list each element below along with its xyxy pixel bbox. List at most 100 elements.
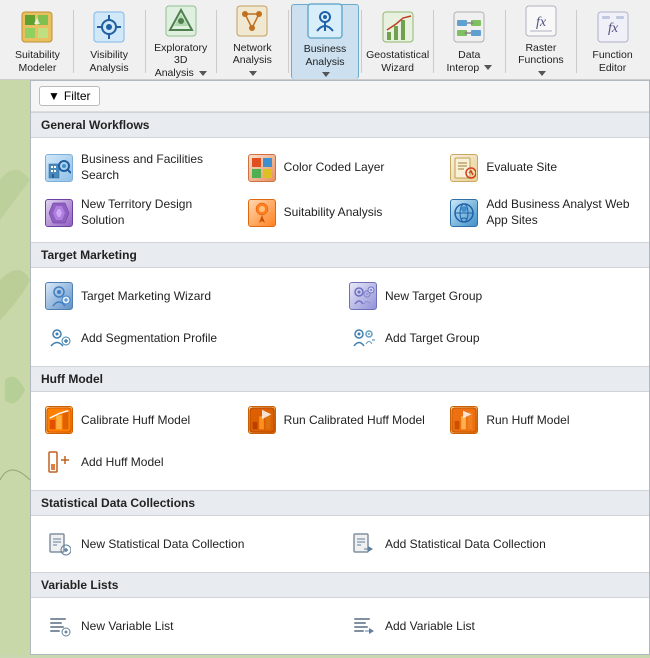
menu-item-run-huff[interactable]: Run Huff Model — [442, 400, 643, 440]
target-wizard-icon — [45, 282, 73, 310]
evaluate-icon — [450, 154, 478, 182]
geostatistical-label: Geostatistical Wizard — [366, 49, 429, 74]
sep6 — [433, 10, 434, 73]
add-stat-icon — [349, 530, 377, 558]
menu-item-webapps[interactable]: Add Business Analyst Web App Sites — [442, 191, 643, 234]
business-label: Business Analysis — [300, 43, 351, 81]
raster-label: Raster Functions — [515, 42, 566, 80]
new-var-icon — [45, 612, 73, 640]
visibility-icon — [91, 9, 127, 45]
target-wizard-label: Target Marketing Wizard — [81, 289, 211, 305]
section-header-general: General Workflows — [31, 112, 649, 138]
section-header-huff: Huff Model — [31, 366, 649, 392]
new-stat-icon — [45, 530, 73, 558]
seg-profile-icon — [45, 324, 73, 352]
section-header-variable: Variable Lists — [31, 572, 649, 598]
main-panel: ▼ Filter General Workflows — [0, 80, 650, 655]
suitability-analysis-label: Suitability Analysis — [284, 205, 383, 221]
add-huff-icon — [45, 448, 73, 476]
menu-item-territory[interactable]: New Territory Design Solution — [37, 191, 238, 234]
calibrate-huff-label: Calibrate Huff Model — [81, 413, 190, 429]
webapps-icon — [450, 199, 478, 227]
toolbar-exploratory[interactable]: Exploratory 3D Analysis — [147, 4, 214, 79]
svg-text:fx: fx — [607, 21, 618, 36]
add-huff-label: Add Huff Model — [81, 455, 164, 471]
run-huff-icon — [450, 406, 478, 434]
menu-item-add-var[interactable]: Add Variable List — [341, 606, 643, 646]
run-calibrated-icon — [248, 406, 276, 434]
menu-item-add-stat[interactable]: Add Statistical Data Collection — [341, 524, 643, 564]
run-huff-label: Run Huff Model — [486, 413, 569, 429]
add-target-icon — [349, 324, 377, 352]
menu-item-new-var[interactable]: New Variable List — [37, 606, 339, 646]
variable-grid: New Variable List Add Variable List — [31, 598, 649, 654]
new-target-icon — [349, 282, 377, 310]
function-editor-label: Function Editor — [587, 49, 638, 74]
network-icon — [234, 4, 270, 38]
menu-item-new-stat[interactable]: New Statistical Data Collection — [37, 524, 339, 564]
sep5 — [361, 10, 362, 73]
menu-item-suitability[interactable]: Suitability Analysis — [240, 191, 441, 234]
suitability-label: Suitability Modeler — [12, 49, 63, 74]
data-interop-label: Data Interop — [444, 49, 495, 74]
toolbar-raster[interactable]: fx Raster Functions — [507, 4, 574, 79]
add-var-icon — [349, 612, 377, 640]
menu-item-color-coded[interactable]: Color Coded Layer — [240, 146, 441, 189]
run-calibrated-label: Run Calibrated Huff Model — [284, 413, 425, 429]
sep8 — [576, 10, 577, 73]
map-background — [0, 80, 30, 655]
suitability-analysis-icon — [248, 199, 276, 227]
exploratory-icon — [163, 4, 199, 38]
menu-item-evaluate[interactable]: Evaluate Site — [442, 146, 643, 189]
huff-model-grid: Calibrate Huff Model Run Calibrated Huff… — [31, 392, 649, 490]
toolbar-business[interactable]: Business Analysis — [291, 4, 360, 79]
toolbar-visibility[interactable]: Visibility Analysis — [76, 4, 143, 79]
menu-item-biz-search[interactable]: Business and Facilities Search — [37, 146, 238, 189]
evaluate-label: Evaluate Site — [486, 160, 557, 176]
section-header-stat: Statistical Data Collections — [31, 490, 649, 516]
menu-item-target-wizard[interactable]: Target Marketing Wizard — [37, 276, 339, 316]
data-interop-icon — [451, 9, 487, 45]
new-stat-label: New Statistical Data Collection — [81, 537, 244, 553]
filter-label: Filter — [64, 89, 91, 103]
menu-item-add-target[interactable]: Add Target Group — [341, 318, 643, 358]
visibility-label: Visibility Analysis — [84, 49, 135, 74]
calibrate-huff-icon — [45, 406, 73, 434]
new-target-label: New Target Group — [385, 289, 482, 305]
biz-search-icon — [45, 154, 73, 182]
sep3 — [216, 10, 217, 73]
toolbar-geostatistical[interactable]: Geostatistical Wizard — [364, 4, 431, 79]
toolbar-suitability[interactable]: Suitability Modeler — [4, 4, 71, 79]
business-icon — [307, 3, 343, 39]
stat-grid: New Statistical Data Collection Add Stat… — [31, 516, 649, 572]
menu-item-seg-profile[interactable]: Add Segmentation Profile — [37, 318, 339, 358]
territory-icon — [45, 199, 73, 227]
add-var-label: Add Variable List — [385, 619, 475, 635]
svg-text:fx: fx — [536, 15, 547, 30]
toolbar-network[interactable]: Network Analysis — [219, 4, 286, 79]
sep4 — [288, 10, 289, 73]
color-coded-label: Color Coded Layer — [284, 160, 385, 176]
filter-button[interactable]: ▼ Filter — [39, 86, 100, 106]
menu-item-new-target[interactable]: New Target Group — [341, 276, 643, 316]
seg-profile-label: Add Segmentation Profile — [81, 331, 217, 347]
toolbar-function-editor[interactable]: fx Function Editor — [579, 4, 646, 79]
biz-search-label: Business and Facilities Search — [81, 152, 230, 183]
menu-item-calibrate-huff[interactable]: Calibrate Huff Model — [37, 400, 238, 440]
dropdown-panel: ▼ Filter General Workflows — [30, 80, 650, 655]
sep1 — [73, 10, 74, 73]
raster-icon: fx — [523, 4, 559, 38]
webapps-label: Add Business Analyst Web App Sites — [486, 197, 635, 228]
function-editor-icon: fx — [595, 9, 631, 45]
add-target-label: Add Target Group — [385, 331, 480, 347]
geostatistical-icon — [380, 9, 416, 45]
toolbar-data-interop[interactable]: Data Interop — [436, 4, 503, 79]
exploratory-label: Exploratory 3D Analysis — [154, 42, 207, 80]
territory-label: New Territory Design Solution — [81, 197, 230, 228]
toolbar: Suitability Modeler Visibility Analysis — [0, 0, 650, 80]
color-coded-icon — [248, 154, 276, 182]
menu-item-run-calibrated[interactable]: Run Calibrated Huff Model — [240, 400, 441, 440]
add-stat-label: Add Statistical Data Collection — [385, 537, 546, 553]
menu-item-add-huff[interactable]: Add Huff Model — [37, 442, 238, 482]
sep2 — [145, 10, 146, 73]
